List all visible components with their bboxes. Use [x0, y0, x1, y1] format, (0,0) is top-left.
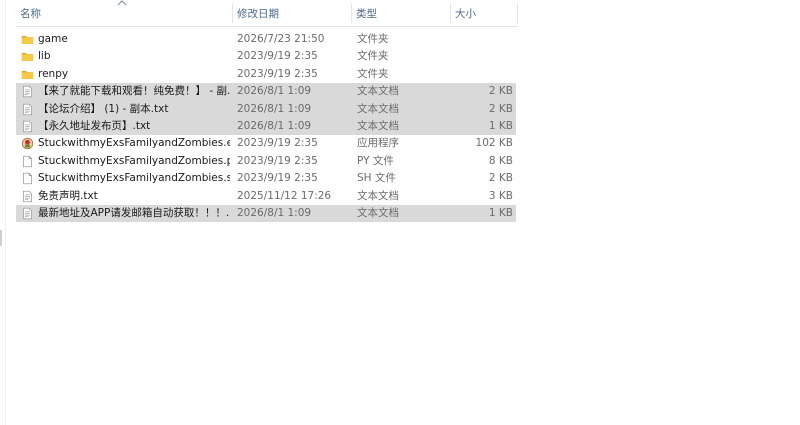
file-name: 最新地址及APP请发邮箱自动获取！！！...: [38, 206, 230, 219]
file-type: PY 文件: [357, 154, 394, 167]
text-file-icon: [21, 103, 34, 116]
blank-file-icon: [21, 172, 34, 185]
file-size: 1 KB: [488, 119, 513, 132]
blank-file-icon: [21, 155, 34, 168]
file-row[interactable]: 【永久地址发布页】.txt 2026/8/1 1:09 文本文档 1 KB: [16, 117, 516, 136]
column-header-name[interactable]: 名称: [16, 0, 232, 26]
file-type: 文件夹: [357, 33, 389, 45]
file-date: 2023/9/19 2:35: [237, 67, 318, 80]
file-name: 【来了就能下载和观看！纯免费！】 - 副...: [38, 85, 230, 98]
file-name: renpy: [38, 67, 69, 80]
text-file-icon: [21, 120, 34, 133]
file-name: 【永久地址发布页】.txt: [38, 119, 151, 132]
file-date: 2025/11/12 17:26: [237, 189, 332, 202]
file-name: lib: [38, 50, 51, 63]
file-name: game: [38, 33, 68, 45]
file-name: StuckwithmyExsFamilyandZombies.py: [38, 154, 230, 167]
file-date: 2023/9/19 2:35: [237, 50, 318, 63]
file-size: 3 KB: [488, 189, 513, 202]
file-date: 2026/8/1 1:09: [237, 102, 312, 115]
file-size: 2 KB: [488, 102, 513, 115]
folder-icon: [21, 50, 34, 63]
file-size: [453, 48, 513, 65]
file-type: 文件夹: [357, 67, 389, 80]
file-name: StuckwithmyExsFamilyandZombies.sh: [38, 172, 230, 185]
column-header-size[interactable]: 大小: [451, 0, 517, 26]
file-row[interactable]: 【来了就能下载和观看！纯免费！】 - 副... 2026/8/1 1:09 文本文档…: [16, 83, 516, 101]
file-size: [453, 66, 513, 83]
folder-icon: [21, 33, 34, 46]
file-type: 文本文档: [357, 206, 399, 219]
file-size: 1 KB: [488, 206, 513, 219]
file-size: [453, 31, 513, 48]
file-name: 免责声明.txt: [38, 189, 98, 202]
file-row[interactable]: StuckwithmyExsFamilyandZombies.sh 2023/9/…: [16, 170, 516, 187]
navigation-scroll-marker[interactable]: [0, 230, 2, 246]
column-divider[interactable]: [517, 3, 518, 23]
file-row[interactable]: lib 2023/9/19 2:35 文件夹: [16, 48, 516, 65]
text-file-icon: [21, 190, 34, 203]
file-type: 文本文档: [357, 102, 399, 115]
file-name: StuckwithmyExsFamilyandZombies.exe: [38, 137, 230, 150]
file-row[interactable]: 免责声明.txt 2025/11/12 17:26 文本文档 3 KB: [16, 188, 516, 205]
file-type: 应用程序: [357, 137, 399, 150]
text-file-icon: [21, 85, 34, 98]
file-row[interactable]: StuckwithmyExsFamilyandZombies.py 2023/9/…: [16, 153, 516, 170]
file-date: 2026/7/23 21:50: [237, 33, 325, 45]
file-date: 2026/8/1 1:09: [237, 206, 312, 219]
file-row[interactable]: game 2026/7/23 21:50 文件夹: [16, 31, 516, 48]
file-date: 2023/9/19 2:35: [237, 137, 318, 150]
file-name: 【论坛介绍】 (1) - 副本.txt: [38, 102, 169, 115]
app-icon: [21, 137, 34, 150]
file-date: 2026/8/1 1:09: [237, 119, 312, 132]
file-type: SH 文件: [357, 172, 396, 185]
file-date: 2023/9/19 2:35: [237, 172, 318, 185]
file-type: 文本文档: [357, 119, 399, 132]
column-header-type[interactable]: 类型: [352, 0, 450, 26]
file-size: 8 KB: [488, 154, 513, 167]
file-row[interactable]: StuckwithmyExsFamilyandZombies.exe 2023/9…: [16, 135, 516, 152]
file-rows: game 2026/7/23 21:50 文件夹 lib 2023/9/19 2:35 文…: [16, 31, 518, 223]
file-size: 2 KB: [488, 172, 513, 185]
file-row[interactable]: renpy 2023/9/19 2:35 文件夹: [16, 66, 516, 83]
file-row[interactable]: 最新地址及APP请发邮箱自动获取！！！... 2026/8/1 1:09 文本文档 1…: [16, 204, 516, 223]
file-list-view: 名称 修改日期 类型 大小 game 2026/7/23 21:50 文件夹 lib 2…: [16, 0, 518, 223]
file-size: 102 KB: [475, 137, 513, 150]
file-type: 文件夹: [357, 50, 389, 63]
text-file-icon: [21, 207, 34, 220]
file-type: 文本文档: [357, 85, 399, 98]
file-row[interactable]: 【论坛介绍】 (1) - 副本.txt 2026/8/1 1:09 文本文档 2 KB: [16, 100, 516, 118]
column-header-date[interactable]: 修改日期: [233, 0, 351, 26]
file-type: 文本文档: [357, 189, 399, 202]
column-header-bar: 名称 修改日期 类型 大小: [16, 0, 518, 27]
file-date: 2023/9/19 2:35: [237, 154, 318, 167]
folder-icon: [21, 68, 34, 81]
file-size: 2 KB: [488, 85, 513, 98]
file-date: 2026/8/1 1:09: [237, 85, 312, 98]
navigation-pane-edge: [0, 0, 6, 425]
